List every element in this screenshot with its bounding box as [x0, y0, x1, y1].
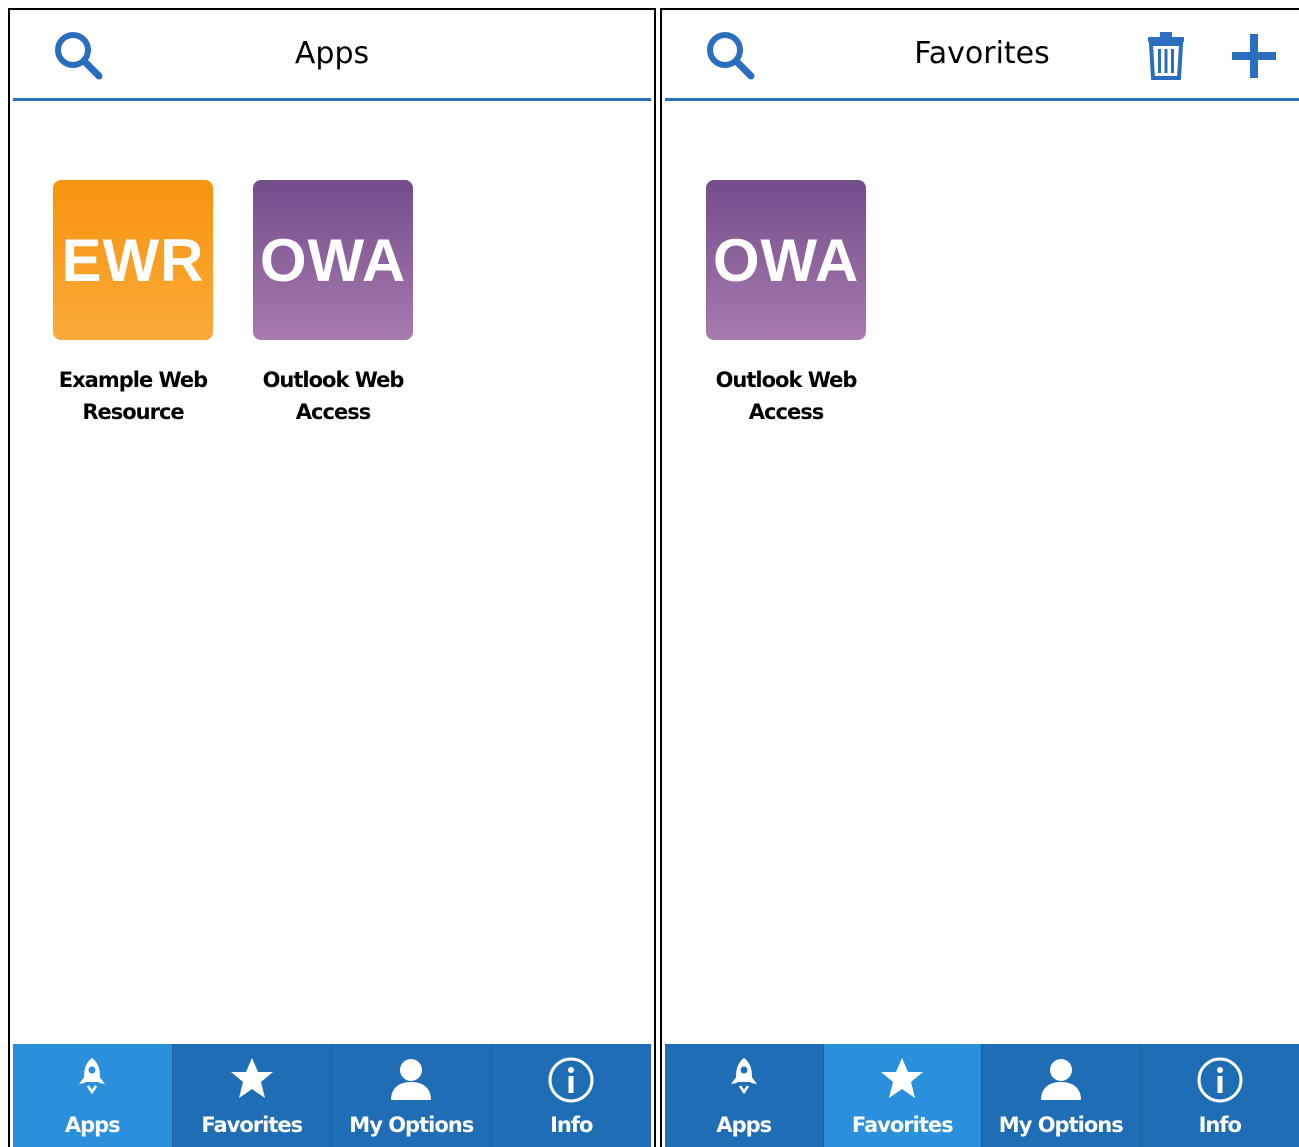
app-tile-ewr[interactable]: EWR Example Web Resource	[53, 180, 213, 428]
user-icon	[332, 1056, 491, 1102]
app-tile-image: EWR	[53, 180, 213, 340]
app-tile-label: Outlook Web Access	[715, 368, 858, 424]
tab-info[interactable]: Info	[1141, 1044, 1299, 1147]
info-icon	[1141, 1056, 1299, 1104]
header: Apps	[13, 10, 651, 101]
rocket-icon	[665, 1056, 823, 1096]
page-title: Favorites	[914, 36, 1050, 71]
app-tile-owa[interactable]: OWA Outlook Web Access	[706, 180, 866, 428]
app-tile-image: OWA	[253, 180, 413, 340]
user-icon	[982, 1056, 1140, 1102]
apps-screen: Apps EWR Example Web Resource OWA Outloo…	[8, 8, 656, 1147]
tab-apps[interactable]: Apps	[13, 1044, 173, 1147]
tab-bar: Apps Favorites My Options Info	[665, 1044, 1299, 1147]
app-tile-owa[interactable]: OWA Outlook Web Access	[253, 180, 413, 428]
tab-my-options[interactable]: My Options	[982, 1044, 1141, 1147]
tab-favorites[interactable]: Favorites	[173, 1044, 332, 1147]
tab-favorites[interactable]: Favorites	[823, 1044, 982, 1147]
star-icon	[173, 1056, 332, 1100]
app-tile-image: OWA	[706, 180, 866, 340]
app-tile-label: Example Web Resource	[58, 368, 208, 424]
plus-icon[interactable]	[1230, 32, 1278, 85]
rocket-icon	[13, 1056, 172, 1096]
tab-my-options[interactable]: My Options	[332, 1044, 492, 1147]
header: Favorites	[665, 10, 1299, 101]
info-icon	[492, 1056, 652, 1104]
tab-apps[interactable]: Apps	[665, 1044, 824, 1147]
trash-icon[interactable]	[1145, 30, 1187, 85]
tab-info[interactable]: Info	[492, 1044, 652, 1147]
tab-bar: Apps Favorites My Options Info	[13, 1044, 651, 1147]
app-tile-label: Outlook Web Access	[262, 368, 405, 424]
star-icon	[824, 1056, 982, 1100]
favorites-screen: Favorites OWA Outlook Web Access Apps Fa…	[660, 8, 1299, 1147]
page-title: Apps	[294, 36, 370, 71]
